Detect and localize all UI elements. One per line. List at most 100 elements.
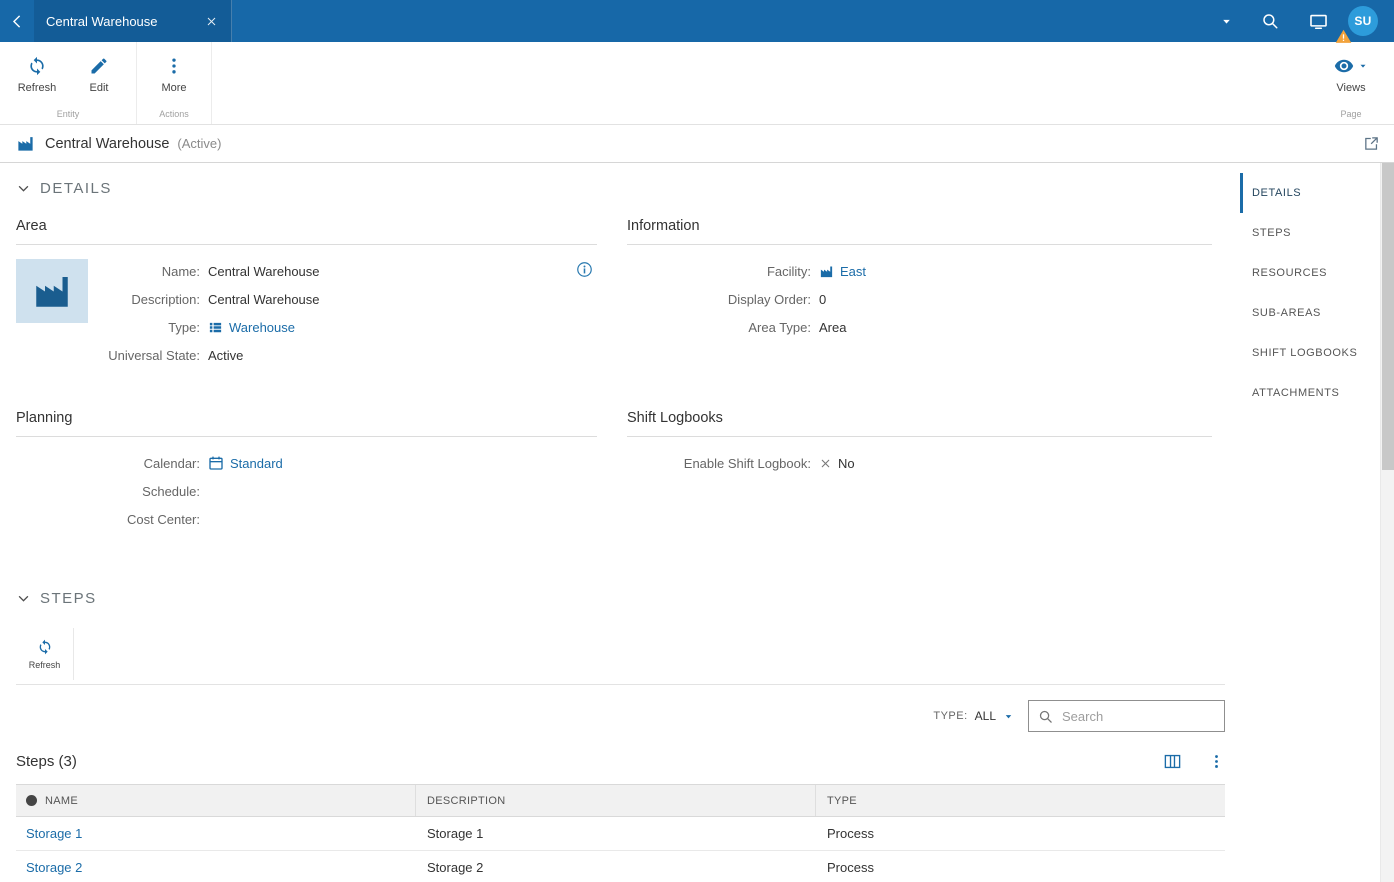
steps-filter-row: TYPE: ALL: [16, 700, 1225, 732]
field-description: Description: Central Warehouse: [16, 285, 597, 313]
steps-table-header-row: Steps (3): [16, 747, 1225, 775]
display-order-label: Display Order:: [727, 291, 811, 307]
area-panel-title: Area: [16, 218, 597, 245]
tab-close-icon[interactable]: [202, 12, 221, 31]
column-chooser-button[interactable]: [1163, 752, 1182, 771]
open-window-icon: [1365, 137, 1378, 150]
header-description[interactable]: DESCRIPTION: [416, 785, 816, 816]
entity-type-icon: [209, 322, 222, 332]
tab-central-warehouse[interactable]: Central Warehouse: [34, 0, 232, 42]
step-type: Process: [827, 860, 874, 875]
steps-refresh-button[interactable]: Refresh: [16, 628, 74, 680]
facility-link[interactable]: East: [819, 264, 866, 279]
information-panel-title: Information: [627, 218, 1212, 245]
search-icon: [1039, 710, 1052, 723]
details-section-title: DETAILS: [40, 180, 112, 197]
scrollbar-thumb[interactable]: [1382, 163, 1394, 470]
step-link[interactable]: Storage 1: [26, 826, 82, 841]
field-name: Name: Central Warehouse: [16, 257, 597, 285]
avatar[interactable]: SU: [1348, 6, 1378, 36]
planning-panel-title: Planning: [16, 410, 597, 437]
type-filter-value: ALL: [974, 709, 996, 723]
factory-icon: [36, 277, 68, 307]
sidebar-item-attachments[interactable]: ATTACHMENTS: [1240, 373, 1380, 413]
user-menu[interactable]: SU: [1335, 0, 1384, 43]
step-type: Process: [827, 826, 874, 841]
chevron-down-icon: [18, 595, 29, 602]
scrollbar[interactable]: [1380, 163, 1394, 882]
enable-shift-logbook-value: No: [819, 456, 855, 471]
cost-center-label: Cost Center:: [127, 511, 200, 527]
field-enable-shift-logbook: Enable Shift Logbook: No: [627, 449, 1212, 477]
steps-refresh-label: Refresh: [28, 659, 61, 670]
header-type[interactable]: TYPE: [816, 785, 1225, 816]
facility-value: East: [840, 263, 867, 279]
top-bar: Central Warehouse SU: [0, 0, 1394, 43]
views-caret-icon: [1360, 64, 1366, 68]
sidebar-item-shift-logbooks[interactable]: SHIFT LOGBOOKS: [1240, 333, 1380, 373]
table-more-button[interactable]: [1208, 753, 1225, 770]
back-button[interactable]: [0, 0, 34, 42]
calendar-value: Standard: [230, 455, 283, 471]
sidebar-item-sub-areas[interactable]: SUB-AREAS: [1240, 293, 1380, 333]
chevron-down-icon: [18, 185, 29, 192]
steps-section-title: STEPS: [40, 590, 97, 607]
open-window-button[interactable]: [1363, 135, 1380, 152]
sidebar-item-steps[interactable]: STEPS: [1240, 213, 1380, 253]
sidebar-item-details[interactable]: DETAILS: [1240, 173, 1380, 213]
area-panel: Area Name: Central Warehouse Description…: [16, 218, 597, 369]
edit-button[interactable]: Edit: [68, 42, 130, 109]
type-link[interactable]: Warehouse: [208, 320, 295, 335]
steps-table-title: Steps (3): [16, 752, 77, 770]
search-input[interactable]: [1060, 707, 1215, 725]
description-value: Central Warehouse: [208, 291, 320, 307]
entity-group-label: Entity: [56, 109, 80, 119]
header-name[interactable]: NAME: [16, 785, 416, 816]
status-dot-icon: [26, 795, 37, 806]
step-link[interactable]: Storage 2: [26, 860, 82, 875]
universal-state-value: Active: [208, 347, 244, 363]
table-row: Storage 1 Storage 1 Process: [16, 817, 1225, 851]
toolbar-group-entity: Refresh Edit Entity: [0, 42, 137, 124]
field-type: Type: Warehouse: [16, 313, 597, 341]
eye-icon: [1334, 59, 1354, 73]
facility-label: Facility:: [766, 263, 811, 279]
shift-logbooks-panel: Shift Logbooks Enable Shift Logbook: No: [627, 410, 1212, 477]
monitor-icon: [1309, 14, 1327, 29]
topbar-dropdown-button[interactable]: [1206, 0, 1246, 42]
schedule-label: Schedule:: [142, 483, 200, 499]
information-panel: Information Facility: East Display Order…: [627, 218, 1212, 341]
steps-table: NAME DESCRIPTION TYPE Storage 1 Storage …: [16, 784, 1225, 882]
field-area-type: Area Type: Area: [627, 313, 1212, 341]
views-button[interactable]: Views: [1314, 42, 1388, 109]
steps-divider: [16, 684, 1225, 685]
kebab-icon: [1215, 754, 1218, 768]
sidebar-item-resources[interactable]: RESOURCES: [1240, 253, 1380, 293]
name-value: Central Warehouse: [208, 263, 320, 279]
type-filter[interactable]: TYPE: ALL: [933, 709, 1014, 723]
calendar-label: Calendar:: [143, 455, 200, 471]
refresh-icon: [30, 56, 44, 76]
universal-state-label: Universal State:: [108, 347, 200, 363]
toolbar-group-actions: More Actions: [137, 42, 212, 124]
views-label: Views: [1336, 82, 1366, 94]
main-content: DETAILS Area Name: Central Warehouse Des…: [0, 163, 1380, 882]
calendar-link[interactable]: Standard: [208, 455, 283, 471]
more-button[interactable]: More: [143, 42, 205, 109]
planning-panel: Planning Calendar: Standard Schedule: Co…: [16, 410, 597, 533]
info-icon[interactable]: [576, 261, 593, 278]
actions-group-label: Actions: [159, 109, 189, 119]
edit-label: Edit: [89, 82, 109, 94]
refresh-button[interactable]: Refresh: [6, 42, 68, 109]
factory-icon: [820, 266, 833, 277]
steps-section-toggle[interactable]: STEPS: [16, 590, 97, 607]
toolbar-group-page: Views Page: [1308, 42, 1394, 124]
step-description: Storage 2: [427, 860, 484, 875]
kebab-icon: [172, 58, 176, 74]
details-section-toggle[interactable]: DETAILS: [16, 180, 112, 197]
type-filter-label: TYPE:: [933, 710, 968, 722]
factory-icon: [18, 137, 33, 151]
topbar-search-button[interactable]: [1246, 0, 1294, 42]
main-toolbar: Refresh Edit Entity More Actions Views P…: [0, 42, 1394, 125]
area-thumbnail: [16, 259, 88, 323]
